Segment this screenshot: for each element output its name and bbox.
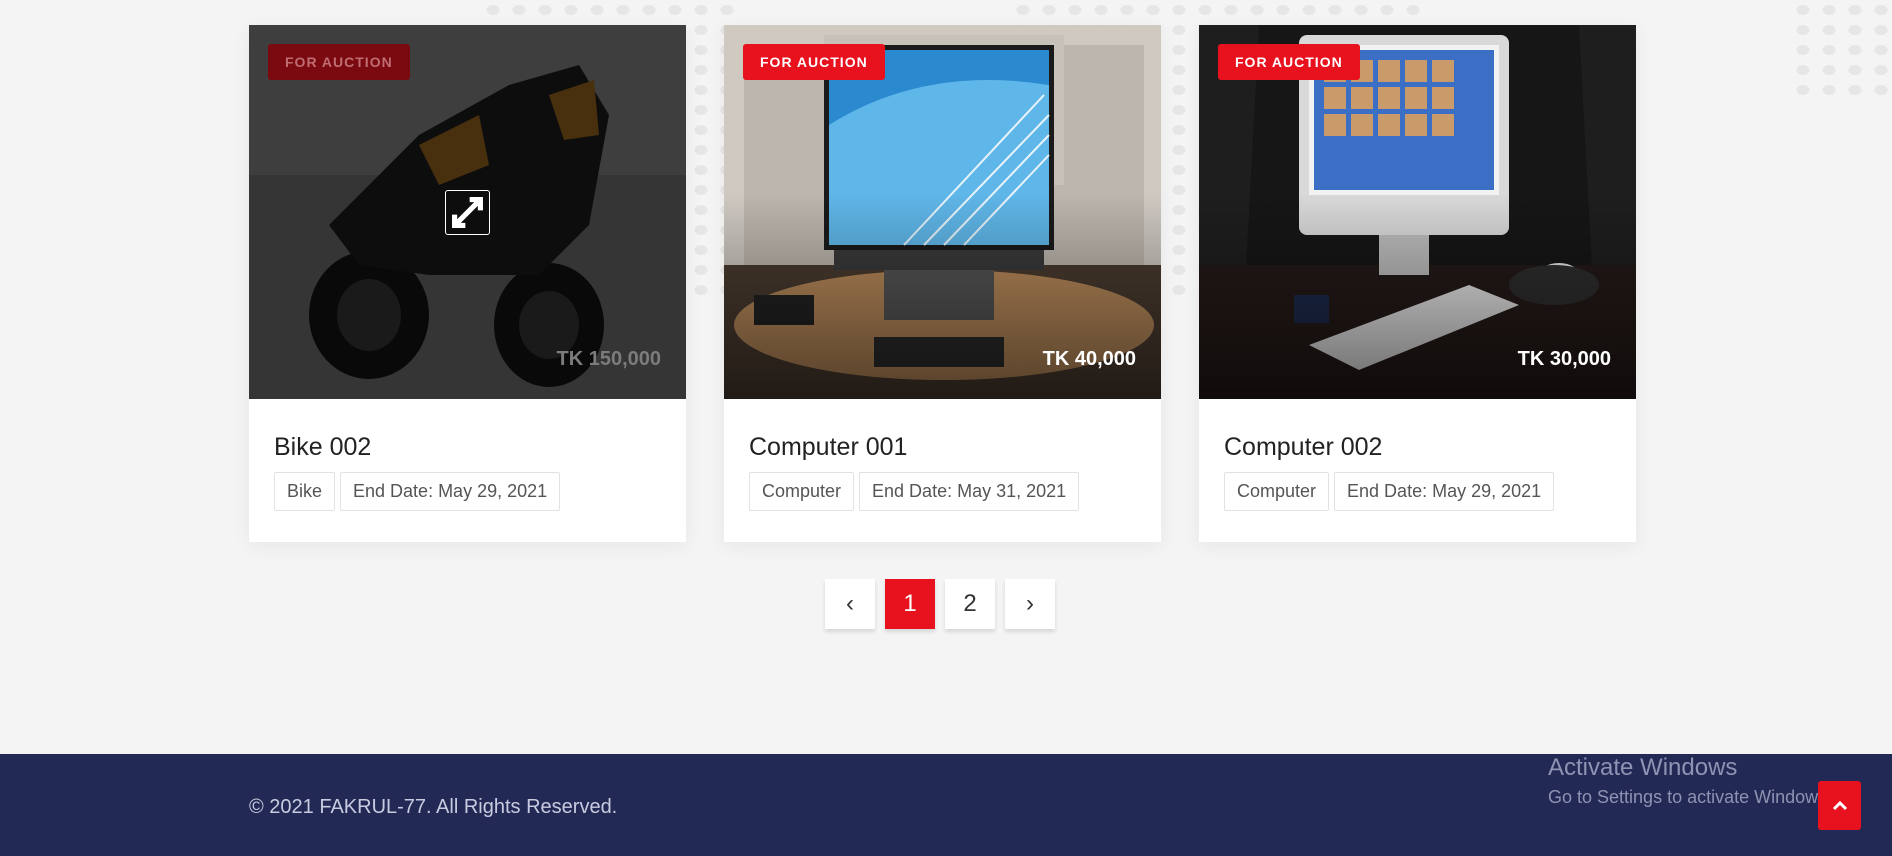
- price-label: TK 30,000: [1517, 348, 1611, 370]
- end-date-tag: End Date: May 31, 2021: [859, 472, 1080, 511]
- end-date-tag: End Date: May 29, 2021: [1334, 472, 1555, 511]
- listing-title[interactable]: Bike 002: [274, 433, 661, 462]
- page: FOR AUCTION TK 150,000 Bike 002 Bike End…: [0, 0, 1892, 856]
- price-label: TK 40,000: [1042, 348, 1136, 370]
- category-tag[interactable]: Computer: [749, 472, 855, 511]
- listing-title[interactable]: Computer 001: [749, 433, 1136, 462]
- auction-badge: FOR AUCTION: [268, 44, 410, 80]
- page-2-button[interactable]: 2: [945, 579, 995, 629]
- price-label: TK 150,000: [556, 348, 661, 370]
- auction-badge: FOR AUCTION: [1218, 44, 1360, 80]
- copyright-text: © 2021 FAKRUL-77. All Rights Reserved.: [249, 796, 618, 818]
- listing-image[interactable]: FOR AUCTION TK 40,000: [724, 25, 1161, 399]
- listing-image[interactable]: FOR AUCTION TK 30,000: [1199, 25, 1636, 399]
- activate-windows-subtitle: Go to Settings to activate Windows.: [1548, 787, 1833, 807]
- scroll-to-top-button[interactable]: [1818, 781, 1861, 830]
- expand-icon[interactable]: [445, 190, 490, 235]
- next-page-button[interactable]: ›: [1005, 579, 1055, 629]
- auction-card[interactable]: FOR AUCTION TK 30,000 Computer 002 Compu…: [1199, 25, 1636, 542]
- decorative-dots: [1790, 0, 1892, 100]
- category-tag[interactable]: Bike: [274, 472, 336, 511]
- footer: © 2021 FAKRUL-77. All Rights Reserved. A…: [0, 754, 1892, 856]
- page-1-button[interactable]: 1: [885, 579, 935, 629]
- auction-card[interactable]: FOR AUCTION TK 150,000 Bike 002 Bike End…: [249, 25, 686, 542]
- listing-title[interactable]: Computer 002: [1224, 433, 1611, 462]
- listing-image[interactable]: FOR AUCTION TK 150,000: [249, 25, 686, 399]
- category-tag[interactable]: Computer: [1224, 472, 1330, 511]
- prev-page-button[interactable]: ‹: [825, 579, 875, 629]
- end-date-tag: End Date: May 29, 2021: [340, 472, 561, 511]
- activate-windows-title: Activate Windows: [1548, 754, 1738, 781]
- auction-card[interactable]: FOR AUCTION TK 40,000 Computer 001 Compu…: [724, 25, 1161, 542]
- chevron-up-icon: [1832, 800, 1847, 810]
- auction-badge: FOR AUCTION: [743, 44, 885, 80]
- pagination: ‹ 1 2 ›: [825, 579, 1055, 629]
